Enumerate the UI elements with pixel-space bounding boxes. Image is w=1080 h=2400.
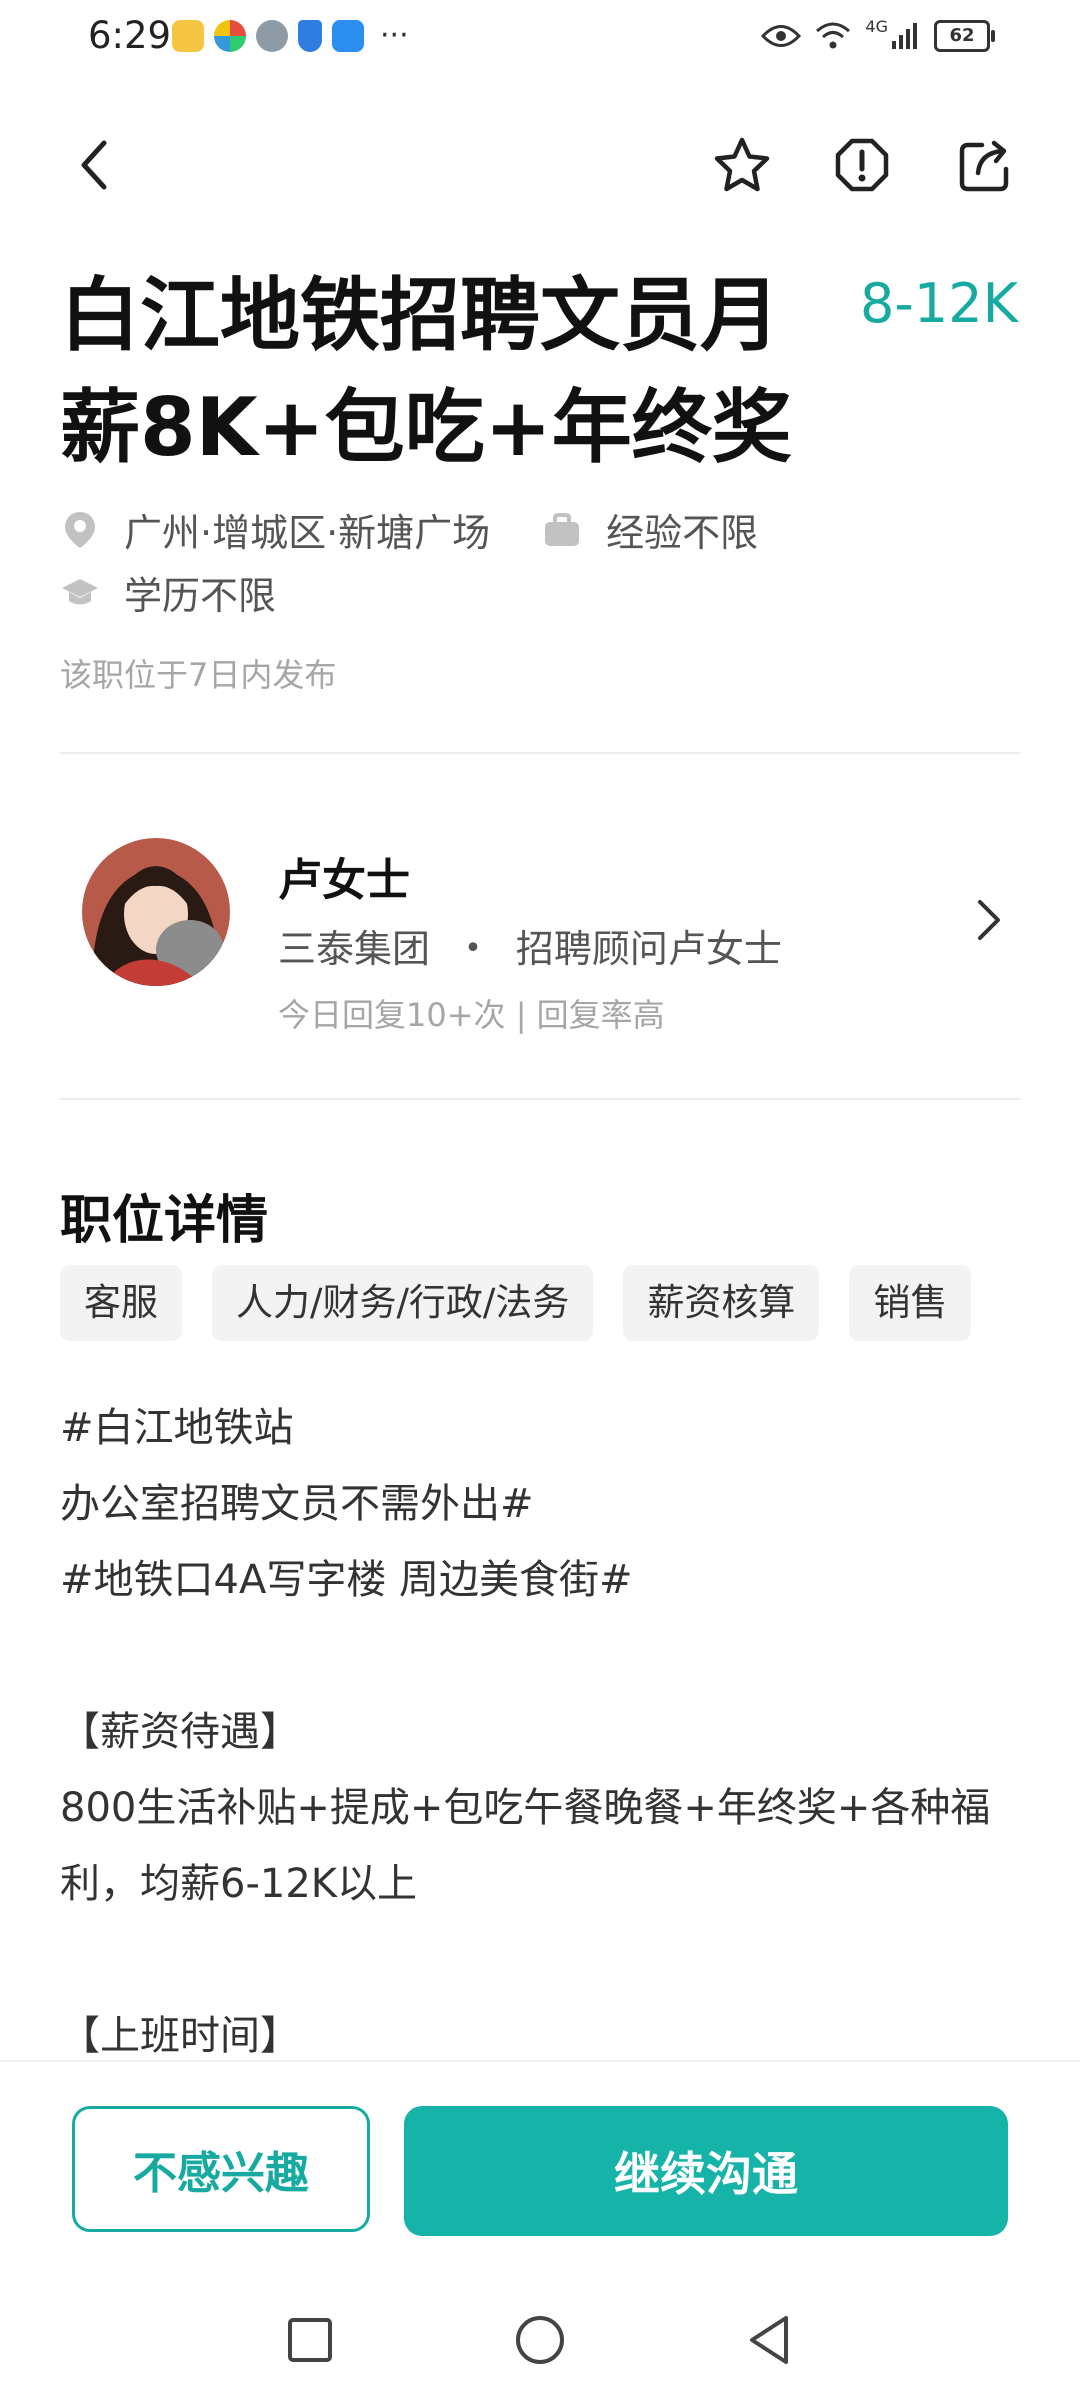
top-nav [0, 120, 1080, 210]
notification-icons: ··· [172, 20, 409, 52]
recruiter-name: 卢女士 [278, 855, 410, 906]
recruiter-reply-stats: 今日回复10+次 | 回复率高 [278, 996, 665, 1034]
clock-app-icon [256, 20, 288, 52]
recruiter-subtitle: 三泰集团 • 招聘顾问卢女士 [278, 918, 782, 973]
location-icon [60, 510, 100, 550]
network-type: 4G [865, 16, 888, 36]
job-education: 学历不限 [124, 574, 277, 618]
separator-dot: • [464, 931, 482, 966]
battery-level: 62 [949, 25, 975, 46]
report-icon [835, 138, 889, 192]
job-meta-row: 广州·增城区·新塘广场 经验不限 [60, 502, 758, 557]
graduation-icon [60, 573, 100, 613]
not-interested-button[interactable]: 不感兴趣 [72, 2106, 370, 2232]
job-tag[interactable]: 销售 [849, 1265, 972, 1341]
report-button[interactable] [822, 120, 902, 210]
job-tags: 客服 人力/财务/行政/法务 薪资核算 销售 [60, 1265, 972, 1341]
eye-icon [761, 25, 802, 47]
status-time: 6:29 [88, 14, 172, 57]
wifi-icon [816, 22, 851, 49]
back-icon [81, 140, 107, 190]
posted-notice: 该职位于7日内发布 [60, 656, 337, 694]
job-tag[interactable]: 薪资核算 [623, 1265, 820, 1341]
job-tag[interactable]: 客服 [60, 1265, 182, 1341]
recruiter-role: 招聘顾问卢女士 [515, 927, 782, 971]
share-button[interactable] [944, 120, 1024, 210]
weather-app-icon [332, 20, 364, 52]
salary-range: 8-12K [860, 272, 1018, 335]
status-bar: 6:29 ··· 4G 62 [0, 0, 1080, 78]
recruiter-company: 三泰集团 [278, 927, 431, 971]
system-back-icon[interactable] [740, 2310, 800, 2370]
home-icon[interactable] [510, 2310, 570, 2370]
favorite-button[interactable] [702, 120, 782, 210]
more-notifications-icon: ··· [380, 18, 409, 53]
divider [60, 752, 1020, 754]
details-section-title: 职位详情 [60, 1191, 269, 1251]
job-tag[interactable]: 人力/财务/行政/法务 [212, 1265, 594, 1341]
job-meta-row-2: 学历不限 [60, 565, 276, 620]
briefcase-icon [542, 510, 582, 550]
recruiter-card[interactable]: 卢女士 三泰集团 • 招聘顾问卢女士 今日回复10+次 | 回复率高 [60, 830, 1020, 1050]
job-title: 白江地铁招聘文员月薪8K+包吃+年终奖 [60, 269, 792, 474]
shield-app-icon [298, 20, 322, 52]
chevron-right-icon [978, 900, 1000, 940]
job-location: 广州·增城区·新塘广场 [124, 511, 491, 555]
recents-icon[interactable] [280, 2310, 340, 2370]
job-description: #白江地铁站 办公室招聘文员不需外出# #地铁口4A写字楼 周边美食街# 【薪资… [60, 1405, 991, 2059]
system-status-icons: 4G 62 [761, 16, 995, 52]
action-bar: 不感兴趣 继续沟通 [0, 2060, 1080, 2262]
battery-icon: 62 [934, 20, 995, 52]
pinwheel-app-icon [214, 20, 246, 52]
star-icon [714, 137, 770, 192]
back-button[interactable] [56, 120, 136, 210]
recruiter-avatar [82, 838, 230, 986]
system-nav-bar [0, 2300, 1080, 2400]
signal-icon [892, 23, 917, 49]
divider [60, 1098, 1020, 1100]
continue-chat-button[interactable]: 继续沟通 [404, 2106, 1008, 2236]
job-experience: 经验不限 [606, 511, 759, 555]
weibo-icon [172, 20, 204, 52]
share-icon [959, 140, 1009, 192]
